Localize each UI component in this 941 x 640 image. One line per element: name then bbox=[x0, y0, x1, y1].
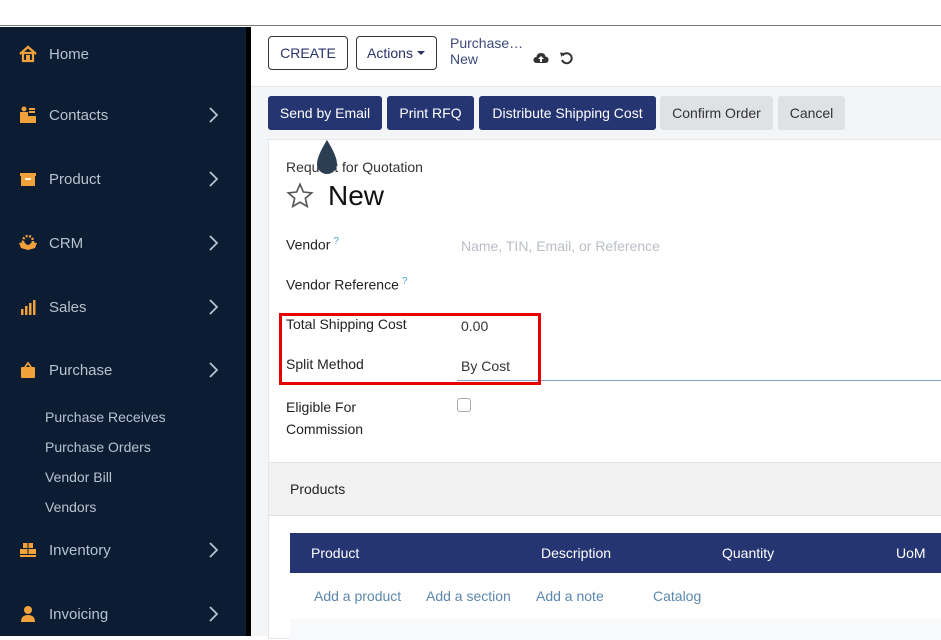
sidebar-item-label: Invoicing bbox=[49, 605, 109, 623]
chevron-right-icon bbox=[209, 362, 219, 378]
tab-products[interactable]: Products bbox=[290, 481, 345, 497]
vendor-reference-label: Vendor Reference? bbox=[286, 276, 407, 293]
help-icon[interactable]: ? bbox=[333, 236, 339, 247]
help-icon[interactable]: ? bbox=[402, 276, 408, 287]
breadcrumb-current: New bbox=[450, 51, 479, 67]
column-uom[interactable]: UoM bbox=[896, 545, 926, 561]
sidebar-item-label: Purchase bbox=[49, 361, 113, 379]
cloud-upload-icon[interactable] bbox=[533, 51, 549, 65]
eligible-for-commission-label: Eligible For Commission bbox=[286, 396, 363, 440]
sidebar-item-contacts[interactable]: Contacts bbox=[0, 100, 246, 130]
contacts-icon bbox=[18, 105, 38, 125]
submenu-vendors[interactable]: Vendors bbox=[45, 499, 96, 515]
vendor-reference-label-text: Vendor Reference bbox=[286, 276, 399, 293]
notebook-tabs: Products bbox=[269, 462, 941, 516]
cancel-button[interactable]: Cancel bbox=[778, 96, 845, 130]
actions-dropdown[interactable]: Actions bbox=[356, 36, 437, 70]
submenu-vendor-bill[interactable]: Vendor Bill bbox=[45, 469, 112, 485]
bar-chart-icon bbox=[18, 297, 38, 317]
send-by-email-button[interactable]: Send by Email bbox=[268, 96, 382, 130]
main-content: CREATE Actions Purchase… New Send by Ema… bbox=[251, 27, 941, 640]
caret-down-icon bbox=[416, 51, 425, 55]
column-product[interactable]: Product bbox=[311, 545, 359, 561]
chevron-right-icon bbox=[209, 171, 219, 187]
chevron-right-icon bbox=[209, 606, 219, 622]
vendor-label: Vendor? bbox=[286, 236, 339, 253]
user-icon bbox=[18, 604, 38, 624]
vendor-input[interactable]: Name, TIN, Email, or Reference bbox=[461, 238, 660, 254]
submenu-purchase-receives[interactable]: Purchase Receives bbox=[45, 409, 166, 425]
split-method-label: Split Method bbox=[286, 356, 364, 372]
boxes-icon bbox=[18, 540, 38, 560]
sidebar-item-crm[interactable]: CRM bbox=[0, 228, 246, 258]
star-icon[interactable] bbox=[286, 182, 314, 210]
top-bar bbox=[0, 0, 941, 26]
sidebar: Home Contacts Product CRM Sales Purchase bbox=[0, 27, 246, 636]
commission-label-line2: Commission bbox=[286, 421, 364, 437]
table-add-row: Add a product Add a section Add a note C… bbox=[290, 573, 941, 619]
commission-label-line1: Eligible For bbox=[286, 399, 357, 415]
sidebar-item-purchase[interactable]: Purchase bbox=[0, 355, 246, 385]
split-method-underline bbox=[457, 380, 941, 381]
table-footer bbox=[290, 619, 941, 640]
actions-label: Actions bbox=[367, 45, 413, 61]
column-description[interactable]: Description bbox=[541, 545, 611, 561]
submenu-purchase-orders[interactable]: Purchase Orders bbox=[45, 439, 151, 455]
chevron-right-icon bbox=[209, 542, 219, 558]
catalog-link[interactable]: Catalog bbox=[653, 588, 701, 604]
record-title: New bbox=[286, 180, 384, 212]
sidebar-item-inventory[interactable]: Inventory bbox=[0, 535, 246, 565]
chevron-right-icon bbox=[209, 299, 219, 315]
handshake-icon bbox=[18, 233, 38, 253]
distribute-shipping-cost-button[interactable]: Distribute Shipping Cost bbox=[479, 96, 656, 130]
sidebar-item-product[interactable]: Product bbox=[0, 164, 246, 194]
create-button[interactable]: CREATE bbox=[268, 36, 348, 70]
breadcrumb: Purchase… New bbox=[450, 35, 523, 67]
split-method-select[interactable]: By Cost bbox=[461, 358, 510, 374]
control-panel: CREATE Actions Purchase… New bbox=[251, 27, 941, 87]
add-section-link[interactable]: Add a section bbox=[426, 588, 511, 604]
sidebar-item-sales[interactable]: Sales bbox=[0, 292, 246, 322]
sidebar-item-invoicing[interactable]: Invoicing bbox=[0, 599, 246, 629]
product-box-icon bbox=[18, 169, 38, 189]
sidebar-item-label: Sales bbox=[49, 298, 87, 316]
form-sheet: Request for Quotation New Vendor? Name, … bbox=[268, 139, 941, 640]
sidebar-item-label: Product bbox=[49, 170, 101, 188]
sidebar-item-label: Inventory bbox=[49, 541, 111, 559]
column-quantity[interactable]: Quantity bbox=[722, 545, 774, 561]
total-shipping-cost-label: Total Shipping Cost bbox=[286, 316, 407, 332]
sidebar-item-label: Home bbox=[49, 45, 90, 63]
document-type-label: Request for Quotation bbox=[286, 159, 423, 175]
vendor-label-text: Vendor bbox=[286, 236, 331, 253]
sidebar-item-label: CRM bbox=[49, 234, 84, 252]
record-name: New bbox=[328, 180, 385, 211]
chevron-right-icon bbox=[209, 107, 219, 123]
confirm-order-button[interactable]: Confirm Order bbox=[660, 96, 773, 130]
products-table-header: Product Description Quantity UoM bbox=[290, 533, 941, 573]
undo-icon[interactable] bbox=[559, 51, 573, 65]
status-bar: Send by Email Print RFQ Distribute Shipp… bbox=[251, 88, 941, 138]
cursor-drop-icon bbox=[317, 140, 337, 174]
breadcrumb-parent-link[interactable]: Purchase… bbox=[450, 35, 523, 51]
sidebar-item-label: Contacts bbox=[49, 106, 109, 124]
total-shipping-cost-input[interactable]: 0.00 bbox=[461, 318, 488, 334]
shopping-bag-icon bbox=[18, 360, 38, 380]
print-rfq-button[interactable]: Print RFQ bbox=[387, 96, 474, 130]
home-icon bbox=[18, 44, 38, 64]
record-actions bbox=[533, 51, 573, 65]
add-product-link[interactable]: Add a product bbox=[314, 588, 401, 604]
chevron-right-icon bbox=[209, 235, 219, 251]
eligible-for-commission-checkbox[interactable] bbox=[457, 398, 471, 412]
add-note-link[interactable]: Add a note bbox=[536, 588, 604, 604]
sidebar-item-home[interactable]: Home bbox=[0, 39, 246, 69]
